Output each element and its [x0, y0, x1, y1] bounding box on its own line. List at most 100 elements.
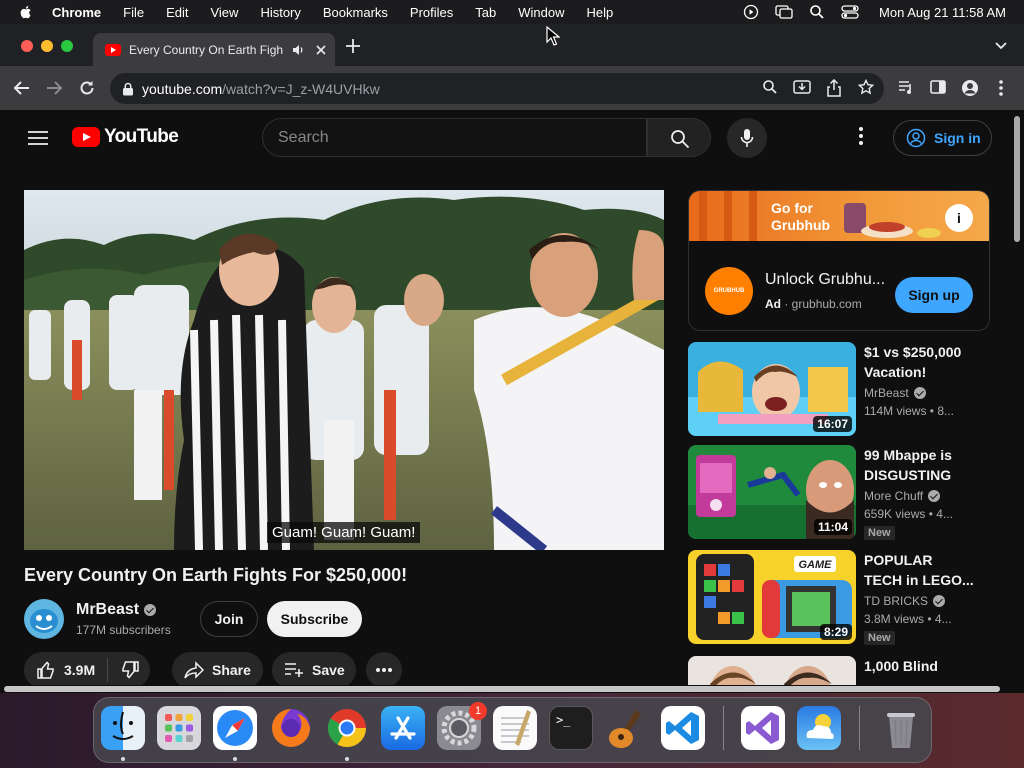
recommendation-item[interactable]: GAME 8:29 POPULAR TECH in LEGO... TD BRIC… — [688, 550, 990, 645]
recommendation-channel[interactable]: More Chuff — [864, 489, 941, 503]
ad-sign-up-button[interactable]: Sign up — [895, 277, 973, 313]
chrome-icon[interactable] — [325, 706, 369, 750]
recommendation-item[interactable]: 11:04 99 Mbappe is DISGUSTING More Chuff … — [688, 445, 990, 540]
firefox-icon[interactable] — [269, 706, 313, 750]
back-arrow-icon[interactable] — [13, 79, 31, 97]
youtube-logo[interactable]: YouTube — [72, 126, 179, 148]
recommendation-thumbnail[interactable]: 11:04 — [688, 445, 856, 539]
lock-icon[interactable] — [122, 82, 134, 96]
bookmark-star-icon[interactable] — [858, 79, 874, 95]
vscode-icon[interactable] — [661, 706, 705, 750]
trash-icon[interactable] — [879, 706, 923, 750]
ad-banner[interactable]: Go for Grubhub i — [689, 191, 989, 241]
recommendation-title-line2: Vacation! — [864, 364, 927, 380]
grubhub-logo[interactable]: GRUBHUB — [705, 267, 753, 315]
profile-avatar-icon[interactable] — [961, 79, 979, 97]
recommendation-item[interactable]: 1,000 Blind — [688, 656, 990, 685]
chrome-menu-icon[interactable] — [998, 79, 1004, 97]
menu-bookmarks[interactable]: Bookmarks — [323, 5, 388, 20]
recommendation-title[interactable]: 1,000 Blind — [864, 656, 976, 676]
recommendation-channel[interactable]: MrBeast — [864, 386, 926, 400]
window-minimize-button[interactable] — [41, 40, 53, 52]
thumbs-up-icon[interactable] — [36, 660, 56, 680]
join-button[interactable]: Join — [200, 601, 258, 637]
menu-view[interactable]: View — [210, 5, 238, 20]
apple-icon[interactable] — [18, 4, 34, 20]
recommendation-title[interactable]: POPULAR TECH in LEGO... — [864, 550, 976, 590]
share-label: Share — [212, 662, 251, 678]
sign-in-button[interactable]: Sign in — [893, 120, 992, 156]
ad-card[interactable]: Go for Grubhub i GRUBHUB Unlock Grubhu..… — [688, 190, 990, 331]
recommendation-channel[interactable]: TD BRICKS — [864, 594, 946, 608]
side-panel-icon[interactable] — [930, 79, 946, 95]
window-zoom-button[interactable] — [61, 40, 73, 52]
more-actions-button[interactable] — [366, 652, 402, 688]
horizontal-scrollbar-thumb[interactable] — [4, 686, 1000, 692]
video-duration: 8:29 — [819, 624, 852, 640]
screen-mirroring-icon[interactable] — [775, 4, 793, 20]
media-controls-icon[interactable] — [898, 79, 914, 95]
subscribe-button[interactable]: Subscribe — [267, 601, 362, 637]
recommendation-thumbnail[interactable] — [688, 656, 856, 685]
menu-app-name[interactable]: Chrome — [52, 5, 101, 20]
weather-icon[interactable] — [797, 706, 841, 750]
menu-file[interactable]: File — [123, 5, 144, 20]
thumbs-down-icon[interactable] — [120, 660, 140, 680]
window-close-button[interactable] — [21, 40, 33, 52]
vertical-scrollbar-thumb[interactable] — [1014, 116, 1020, 242]
recommendation-title-line1: 99 Mbappe is — [864, 447, 952, 463]
now-playing-icon[interactable] — [743, 4, 759, 20]
save-playlist-icon — [285, 663, 303, 677]
voice-search-button[interactable] — [727, 118, 767, 158]
save-button[interactable]: Save — [272, 652, 356, 688]
ad-info-icon[interactable]: i — [945, 204, 973, 232]
safari-icon[interactable] — [213, 706, 257, 750]
recommendation-item[interactable]: 16:07 $1 vs $250,000 Vacation! MrBeast 11… — [688, 342, 990, 436]
tab-close-icon[interactable] — [315, 44, 327, 56]
menu-history[interactable]: History — [260, 5, 300, 20]
vertical-scrollbar[interactable] — [1012, 110, 1024, 685]
channel-avatar[interactable] — [24, 599, 64, 639]
terminal-icon[interactable]: >_ — [549, 706, 593, 750]
finder-icon[interactable] — [101, 706, 145, 750]
control-center-icon[interactable] — [841, 4, 859, 20]
video-player[interactable] — [24, 190, 664, 550]
search-button[interactable] — [647, 118, 711, 157]
hamburger-menu-icon[interactable] — [28, 130, 48, 146]
zoom-search-icon[interactable] — [762, 79, 778, 95]
recommendation-title-line1: $1 vs $250,000 — [864, 344, 962, 360]
tab-youtube[interactable]: Every Country On Earth Fights For $250,0… — [93, 33, 335, 66]
visual-studio-icon[interactable] — [741, 706, 785, 750]
spotlight-icon[interactable] — [809, 4, 825, 20]
menu-help[interactable]: Help — [587, 5, 614, 20]
menu-tab[interactable]: Tab — [475, 5, 496, 20]
install-app-icon[interactable] — [793, 79, 811, 95]
app-store-icon[interactable] — [381, 706, 425, 750]
forward-arrow-icon[interactable] — [45, 79, 63, 97]
reload-icon[interactable] — [78, 79, 96, 97]
menu-profiles[interactable]: Profiles — [410, 5, 453, 20]
recommendation-title[interactable]: $1 vs $250,000 Vacation! — [864, 342, 976, 382]
ad-title[interactable]: Unlock Grubhu... — [765, 271, 885, 289]
tab-search-chevron-icon[interactable] — [994, 40, 1008, 52]
horizontal-scrollbar[interactable] — [0, 685, 1024, 693]
menu-edit[interactable]: Edit — [166, 5, 188, 20]
settings-kebab-icon[interactable] — [858, 126, 864, 146]
share-button[interactable]: Share — [172, 652, 263, 688]
like-count[interactable]: 3.9M — [64, 662, 95, 678]
launchpad-icon[interactable] — [157, 706, 201, 750]
new-tab-icon[interactable] — [345, 38, 361, 54]
textedit-icon[interactable] — [493, 706, 537, 750]
garageband-icon[interactable] — [605, 706, 649, 750]
share-page-icon[interactable] — [826, 79, 842, 97]
recommendation-thumbnail[interactable]: 16:07 — [688, 342, 856, 436]
video-title: Every Country On Earth Fights For $250,0… — [24, 565, 408, 585]
tab-audio-icon[interactable] — [291, 43, 305, 57]
recommendation-title[interactable]: 99 Mbappe is DISGUSTING — [864, 445, 976, 485]
menu-clock[interactable]: Mon Aug 21 11:58 AM — [879, 5, 1006, 20]
channel-name[interactable]: MrBeast — [76, 601, 157, 619]
like-dislike-group: 3.9M — [24, 652, 150, 688]
search-input[interactable]: Search — [262, 118, 647, 157]
recommendation-thumbnail[interactable]: GAME 8:29 — [688, 550, 856, 644]
menu-window[interactable]: Window — [518, 5, 564, 20]
